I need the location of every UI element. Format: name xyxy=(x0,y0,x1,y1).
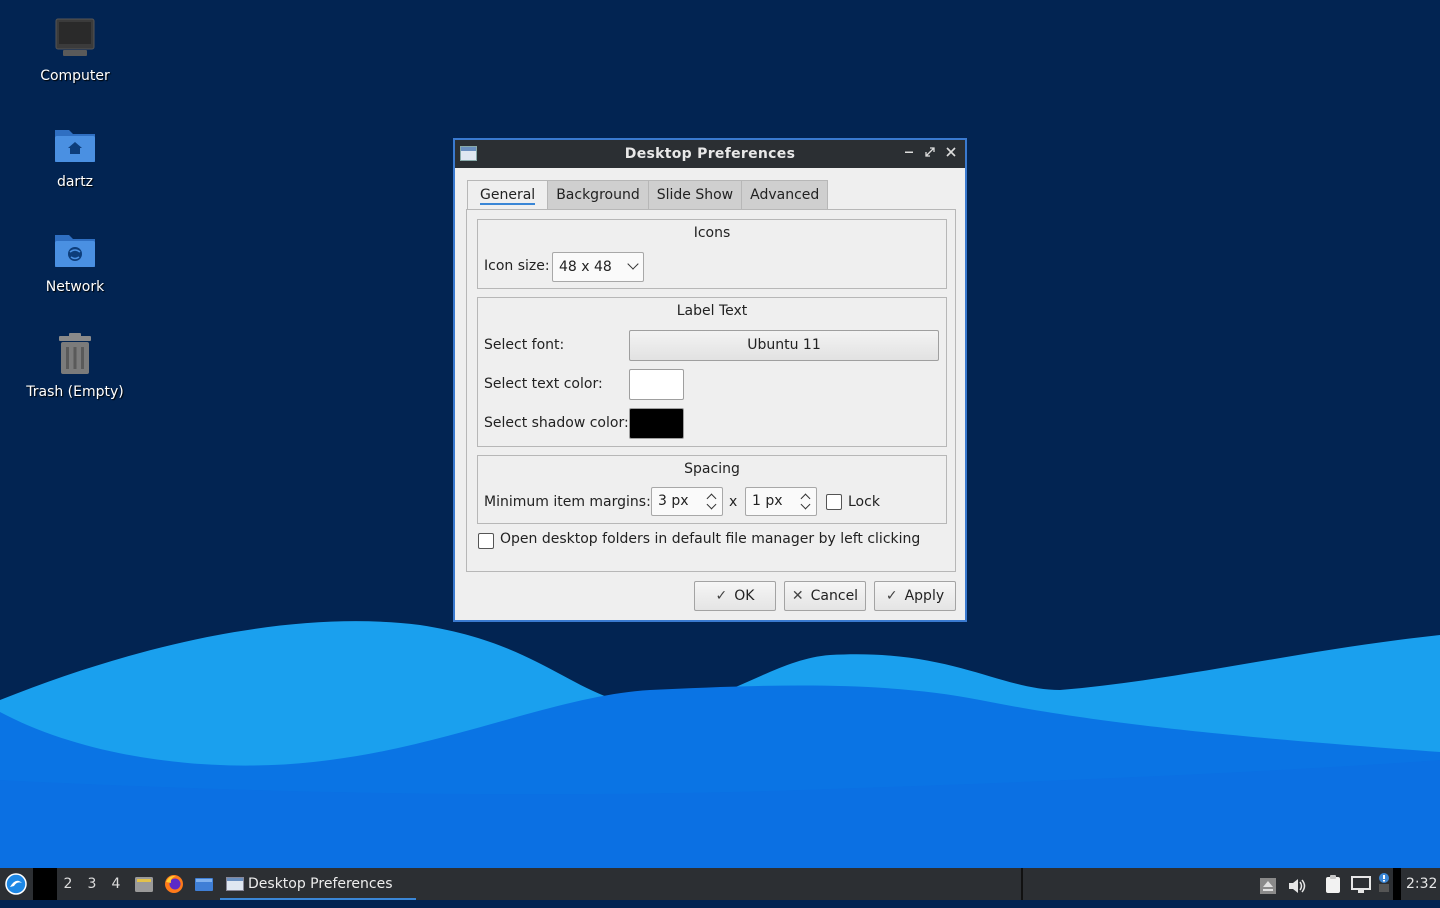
margin-y-value: 1 px xyxy=(752,493,783,509)
open-folders-label: Open desktop folders in default file man… xyxy=(500,531,921,547)
lock-label: Lock xyxy=(848,494,880,510)
cancel-button[interactable]: ✕ Cancel xyxy=(784,581,866,611)
margin-separator: x xyxy=(729,494,738,510)
icons-group: Icons Icon size: 48 x 48 xyxy=(477,219,947,289)
show-desktop-button[interactable] xyxy=(194,874,214,894)
margin-x-value: 3 px xyxy=(658,493,689,509)
chevron-down-icon xyxy=(627,258,639,270)
select-font-label: Select font: xyxy=(484,337,565,353)
tab-label: General xyxy=(480,187,536,205)
close-icon xyxy=(946,147,956,157)
icon-size-value: 48 x 48 xyxy=(559,259,612,275)
window-icon xyxy=(226,877,244,891)
chevron-down-icon[interactable] xyxy=(800,499,811,510)
chevron-down-icon[interactable] xyxy=(706,499,717,510)
tray-divider xyxy=(1393,868,1401,900)
close-icon: ✕ xyxy=(791,588,804,604)
desktop-icon-trash[interactable]: Trash (Empty) xyxy=(20,330,130,400)
desktop-preferences-window: Desktop Preferences General Background S… xyxy=(453,138,967,622)
text-color-label: Select text color: xyxy=(484,376,603,392)
tab-slide-show[interactable]: Slide Show xyxy=(648,180,743,210)
tray-network-button[interactable] xyxy=(1350,874,1372,894)
check-icon: ✓ xyxy=(885,588,898,604)
desktop-icon-label: Trash (Empty) xyxy=(26,384,124,400)
desktop-icon-computer[interactable]: Computer xyxy=(20,14,130,84)
computer-icon xyxy=(55,18,95,56)
icon-size-select[interactable]: 48 x 48 xyxy=(552,252,644,282)
minimize-icon xyxy=(905,151,913,153)
firefox-icon xyxy=(165,875,183,893)
taskbar-window-desktop-preferences[interactable]: Desktop Preferences xyxy=(220,868,416,900)
margin-y-spinner[interactable]: 1 px xyxy=(745,487,817,516)
maximize-icon xyxy=(925,147,935,157)
tray-clipboard-button[interactable] xyxy=(1323,874,1343,894)
margins-label: Minimum item margins: xyxy=(484,494,651,510)
window-titlebar[interactable]: Desktop Preferences xyxy=(455,140,965,168)
tab-background[interactable]: Background xyxy=(548,180,649,210)
firefox-launcher[interactable] xyxy=(164,874,184,894)
tab-advanced[interactable]: Advanced xyxy=(742,180,829,210)
tray-volume-button[interactable] xyxy=(1287,875,1307,893)
desktop-switcher-3[interactable]: 3 xyxy=(82,868,102,900)
icon-size-label: Icon size: xyxy=(484,258,550,274)
tab-bar: General Background Slide Show Advanced xyxy=(467,180,829,210)
check-icon: ✓ xyxy=(715,588,728,604)
tray-notification-button[interactable] xyxy=(1377,872,1391,894)
group-title: Icons xyxy=(693,225,731,241)
desktop-icon-home-folder[interactable]: dartz xyxy=(20,120,130,190)
info-icon xyxy=(1379,873,1389,892)
desktop-switcher-current[interactable] xyxy=(33,868,57,900)
file-manager-icon xyxy=(135,877,153,892)
shadow-color-label: Select shadow color: xyxy=(484,415,629,431)
home-folder-icon xyxy=(55,130,95,162)
lubuntu-logo-icon xyxy=(5,873,27,895)
trash-icon xyxy=(59,333,91,374)
desktop-icon-network[interactable]: Network xyxy=(20,225,130,295)
desktop-switcher-2[interactable]: 2 xyxy=(58,868,78,900)
apply-button[interactable]: ✓ Apply xyxy=(874,581,956,611)
desktop-switcher-4[interactable]: 4 xyxy=(106,868,126,900)
volume-icon xyxy=(1289,879,1306,893)
desktop-icon xyxy=(195,878,213,891)
minimize-button[interactable] xyxy=(900,145,918,163)
close-button[interactable] xyxy=(942,145,960,163)
desktop-icon-label: Computer xyxy=(40,68,110,84)
taskbar-separator xyxy=(1021,868,1023,900)
taskbar: 2 3 4 Desktop Preferences 2:32 xyxy=(0,868,1440,900)
font-picker-button[interactable]: Ubuntu 11 xyxy=(629,330,939,361)
apply-label: Apply xyxy=(904,588,945,604)
tab-general[interactable]: General xyxy=(467,180,549,210)
desktop-icon-label: Network xyxy=(45,279,105,295)
file-manager-launcher[interactable] xyxy=(134,874,154,894)
group-title: Label Text xyxy=(676,303,748,319)
maximize-button[interactable] xyxy=(921,145,939,163)
clock[interactable]: 2:32 xyxy=(1406,868,1437,900)
lock-checkbox[interactable] xyxy=(826,494,842,510)
open-folders-checkbox[interactable] xyxy=(478,533,494,549)
eject-icon xyxy=(1260,878,1276,894)
text-color-button[interactable] xyxy=(629,369,684,400)
spacing-group: Spacing Minimum item margins: 3 px x 1 p… xyxy=(477,455,947,524)
tray-updates-button[interactable] xyxy=(1259,875,1277,894)
label-text-group: Label Text Select font: Ubuntu 11 Select… xyxy=(477,297,947,447)
ok-label: OK xyxy=(734,588,755,604)
desktop-icon-label: dartz xyxy=(56,174,94,190)
window-title: Desktop Preferences xyxy=(624,146,796,162)
window-app-icon xyxy=(460,146,477,161)
task-title: Desktop Preferences xyxy=(248,876,393,892)
start-menu-button[interactable] xyxy=(4,872,28,896)
margin-x-spinner[interactable]: 3 px xyxy=(651,487,723,516)
shadow-color-button[interactable] xyxy=(629,408,684,439)
ok-button[interactable]: ✓ OK xyxy=(694,581,776,611)
group-title: Spacing xyxy=(684,461,740,477)
network-folder-icon xyxy=(55,235,95,267)
cancel-label: Cancel xyxy=(810,588,859,604)
general-tab-panel: Icons Icon size: 48 x 48 Label Text Sele… xyxy=(466,209,956,572)
clipboard-icon xyxy=(1326,875,1340,893)
network-icon xyxy=(1351,876,1371,893)
